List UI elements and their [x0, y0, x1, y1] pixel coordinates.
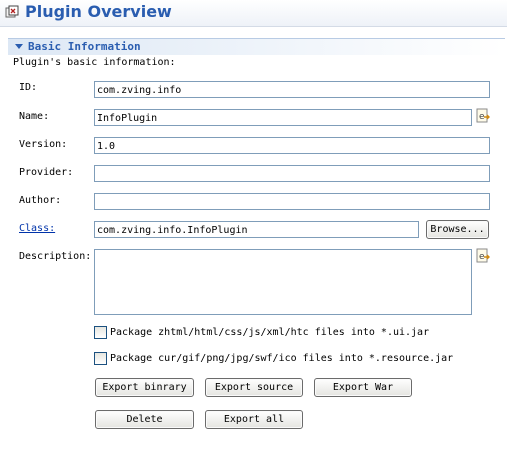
export-war-button[interactable]: Export War — [314, 378, 412, 397]
ui-jar-checkbox-label[interactable]: Package zhtml/html/css/js/xml/htc files … — [110, 327, 429, 338]
browse-button[interactable]: Browse... — [426, 220, 489, 239]
translate-icon[interactable]: e — [476, 108, 490, 124]
provider-label: Provider: — [19, 167, 74, 178]
twistie-expanded-icon[interactable] — [15, 44, 23, 49]
author-label: Author: — [19, 195, 62, 206]
translate-icon[interactable]: e — [476, 248, 490, 264]
page-title: Plugin Overview — [25, 2, 172, 21]
provider-field[interactable] — [94, 165, 490, 182]
ui-jar-checkbox[interactable] — [94, 326, 107, 339]
resource-jar-checkbox-label[interactable]: Package cur/gif/png/jpg/swf/ico files in… — [110, 353, 453, 364]
name-field[interactable]: InfoPlugin — [94, 109, 472, 126]
section-title: Basic Information — [28, 40, 141, 53]
section-description: Plugin's basic information: — [13, 57, 176, 68]
author-field[interactable] — [94, 193, 490, 210]
name-label: Name: — [19, 111, 50, 122]
export-binary-button[interactable]: Export binrary — [95, 378, 194, 397]
description-label: Description: — [19, 251, 92, 262]
plugin-icon — [5, 5, 19, 18]
id-label: ID: — [19, 82, 38, 93]
class-field[interactable]: com.zving.info.InfoPlugin — [94, 221, 419, 238]
delete-button[interactable]: Delete — [95, 410, 194, 429]
form-header: Plugin Overview — [0, 0, 507, 27]
description-textarea[interactable] — [94, 249, 472, 315]
version-field[interactable]: 1.0 — [94, 137, 490, 154]
section-header-basic-information[interactable]: Basic Information — [8, 38, 505, 55]
class-link[interactable]: Class: — [19, 223, 55, 234]
resource-jar-checkbox[interactable] — [94, 352, 107, 365]
export-source-button[interactable]: Export source — [205, 378, 303, 397]
version-label: Version: — [19, 139, 68, 150]
export-all-button[interactable]: Export all — [205, 410, 303, 429]
id-field[interactable]: com.zving.info — [94, 81, 490, 98]
